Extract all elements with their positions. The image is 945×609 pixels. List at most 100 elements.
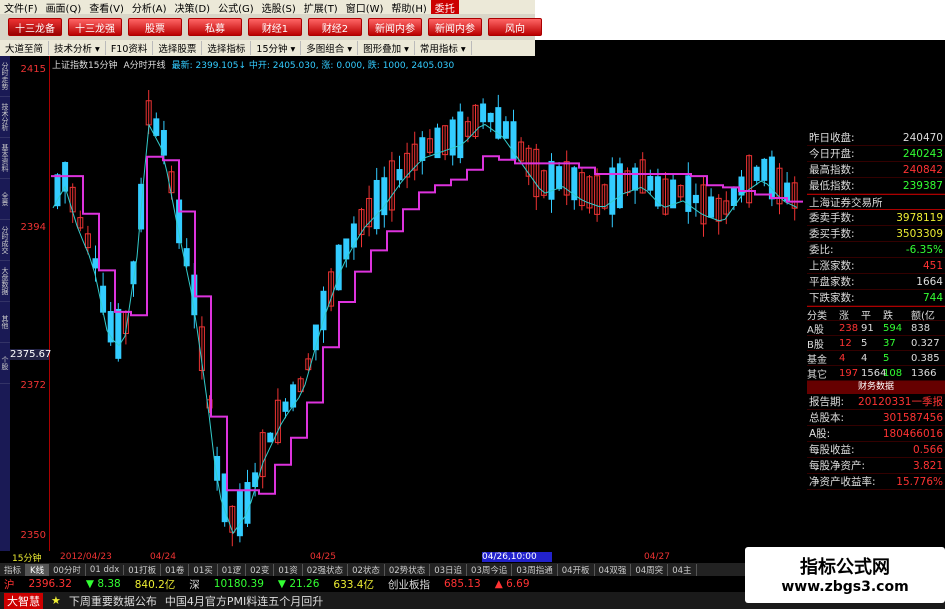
candle-body xyxy=(236,491,243,537)
menu-stock-select[interactable]: 选股(S) xyxy=(258,0,300,15)
tab-item[interactable]: 04双强 xyxy=(595,563,632,576)
candle-body xyxy=(647,175,654,191)
tab-item[interactable]: 01打板 xyxy=(124,563,162,576)
chart-mode: A分时开线 xyxy=(123,61,166,71)
market-sz[interactable]: 深 xyxy=(189,577,200,592)
func-item-5[interactable]: 选择指标 xyxy=(202,41,252,55)
blank-area xyxy=(535,0,945,40)
date-label: 04/24 xyxy=(150,552,176,562)
candle-body xyxy=(449,119,456,156)
quote-row: 上涨家数: 451 xyxy=(807,259,945,274)
candle-body xyxy=(502,121,509,139)
tab-item[interactable]: 01卷 xyxy=(161,563,190,576)
left-tab-6[interactable]: 大盘数据 xyxy=(0,261,10,302)
tab-item[interactable]: 03日追 xyxy=(430,563,468,576)
candle-body xyxy=(419,137,426,161)
func-item-8[interactable]: 图形叠加 ▾ xyxy=(358,41,415,55)
price-axis: 2415 2394 2372 2350 2375.67 xyxy=(10,56,51,551)
candle-body xyxy=(753,166,760,181)
market-sh[interactable]: 沪 xyxy=(4,577,15,592)
tab-indicator[interactable]: 指标 xyxy=(0,563,27,576)
breadth-row: B股 12 5 37 0.327 xyxy=(807,336,945,351)
candle-body xyxy=(373,179,380,230)
tab-item[interactable]: 03周指通 xyxy=(512,563,558,576)
func-item-2[interactable]: 技术分析 ▾ xyxy=(49,41,106,55)
toolbar-button-1[interactable]: 十三龙备 xyxy=(8,18,62,36)
finance-row: 每股收益: 0.566 xyxy=(807,443,945,458)
candle-body xyxy=(457,111,464,159)
toolbar-button-2[interactable]: 十三龙强 xyxy=(68,18,122,36)
menu-window[interactable]: 窗口(W) xyxy=(342,0,388,15)
candle-body xyxy=(115,308,122,359)
sh-change: ▼ 8.38 xyxy=(85,578,121,590)
menu-order[interactable]: 委托 xyxy=(430,0,459,15)
tab-item[interactable]: 01 ddx xyxy=(86,564,125,575)
tab-item[interactable]: 03周今追 xyxy=(467,563,513,576)
candle-body xyxy=(556,166,563,190)
candle-body xyxy=(100,285,107,313)
candle-body xyxy=(632,167,639,191)
candle-body xyxy=(267,432,274,443)
quote-row: 最高指数: 240842 xyxy=(807,163,945,178)
left-tab-3[interactable]: 基本资料 xyxy=(0,138,10,179)
left-tab-7[interactable]: 其他 xyxy=(0,302,10,343)
left-tab-4[interactable]: 全景 xyxy=(0,179,10,220)
tab-item[interactable]: 01买 xyxy=(189,563,218,576)
left-tab-strip: 分时走势 技术分析 基本资料 全景 分时成交 大盘数据 其他 个股 xyxy=(0,56,10,551)
func-item-3[interactable]: F10资料 xyxy=(106,41,154,55)
menu-help[interactable]: 帮助(H) xyxy=(387,0,430,15)
func-item-7[interactable]: 多图组合 ▾ xyxy=(301,41,359,55)
breadth-row: 其它 197 1564 108 1366 xyxy=(807,366,945,381)
menu-formula[interactable]: 公式(G) xyxy=(214,0,258,15)
toolbar-button-9[interactable]: 风向 xyxy=(488,18,542,36)
quote-row: 委卖手数: 3978119 xyxy=(807,211,945,226)
toolbar-button-5[interactable]: 财经1 xyxy=(248,18,302,36)
quote-row: 委买手数: 3503309 xyxy=(807,227,945,242)
menu-decision[interactable]: 决策(D) xyxy=(171,0,215,15)
candle-body xyxy=(244,482,251,524)
candle-body xyxy=(350,223,357,248)
tab-item[interactable]: 02变 xyxy=(246,563,275,576)
tab-item[interactable]: 01资 xyxy=(274,563,303,576)
toolbar-button-7[interactable]: 新闻内参 xyxy=(368,18,422,36)
tab-item[interactable]: 04开板 xyxy=(558,563,595,576)
date-label: 2012/04/23 xyxy=(60,552,112,562)
exchange-title: 上海证券交易所 xyxy=(807,194,945,210)
tab-item[interactable]: 02状态 xyxy=(348,563,385,576)
tab-kline[interactable]: K线 xyxy=(26,563,50,576)
function-toolbar: 大道至简 技术分析 ▾ F10资料 选择股票 选择指标 15分钟 ▾ 多图组合 … xyxy=(0,40,535,56)
left-tab-8[interactable]: 个股 xyxy=(0,343,10,384)
tab-item[interactable]: 04主 xyxy=(668,563,697,576)
menu-view[interactable]: 查看(V) xyxy=(85,0,128,15)
sz-index-value: 10180.39 xyxy=(213,578,264,590)
func-item-6[interactable]: 15分钟 ▾ xyxy=(251,41,302,55)
chart-symbol: 上证指数15分钟 xyxy=(52,61,118,71)
toolbar-button-3[interactable]: 股票 xyxy=(128,18,182,36)
tab-item[interactable]: 04周突 xyxy=(631,563,669,576)
tab-item[interactable]: 01逻 xyxy=(218,563,247,576)
gem-name[interactable]: 创业板指 xyxy=(388,577,430,592)
toolbar-button-8[interactable]: 新闻内参 xyxy=(428,18,482,36)
news-item[interactable]: 中国4月官方PMI料连五个月回升 xyxy=(165,593,323,609)
left-tab-2[interactable]: 技术分析 xyxy=(0,97,10,138)
tab-item[interactable]: 00分时 xyxy=(49,563,86,576)
candle-body xyxy=(692,194,699,204)
tab-item[interactable]: 02势状态 xyxy=(385,563,431,576)
tab-item[interactable]: 02强状态 xyxy=(303,563,349,576)
kline-chart[interactable] xyxy=(51,70,807,551)
menu-file[interactable]: 文件(F) xyxy=(0,0,42,15)
quote-panel: 昨日收盘: 240470 今日开盘: 240243 最高指数: 240842 最低指数… xyxy=(807,130,945,550)
left-tab-5[interactable]: 分时成交 xyxy=(0,220,10,261)
func-item-1[interactable]: 大道至简 xyxy=(0,41,50,55)
func-item-9[interactable]: 常用指标 ▾ xyxy=(415,41,472,55)
menu-view-q[interactable]: 画面(Q) xyxy=(42,0,86,15)
left-tab-1[interactable]: 分时走势 xyxy=(0,56,10,97)
period-label[interactable]: 15分钟 xyxy=(10,551,60,564)
breadth-table-header: 分类涨平跌额(亿 xyxy=(807,306,945,322)
func-item-4[interactable]: 选择股票 xyxy=(153,41,203,55)
toolbar-button-6[interactable]: 财经2 xyxy=(308,18,362,36)
toolbar-button-4[interactable]: 私募 xyxy=(188,18,242,36)
news-item[interactable]: 下周重要数据公布 xyxy=(69,593,157,609)
menu-extend[interactable]: 扩展(T) xyxy=(300,0,342,15)
menu-analysis[interactable]: 分析(A) xyxy=(128,0,171,15)
